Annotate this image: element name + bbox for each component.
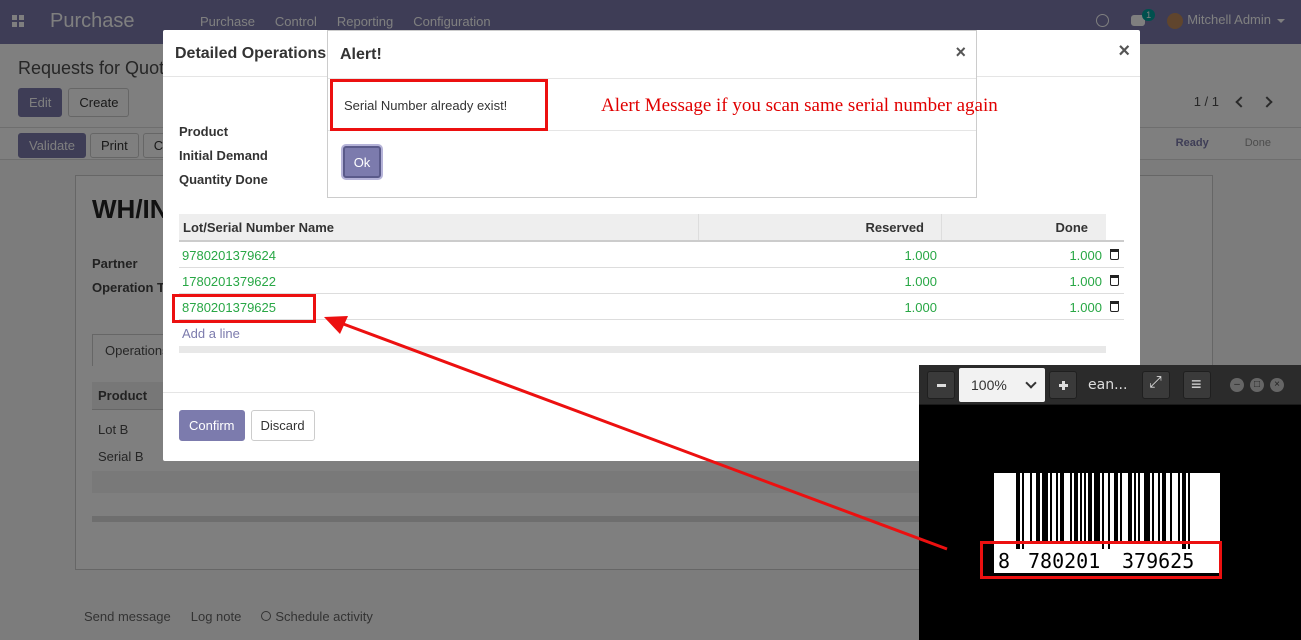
alert-message-highlight xyxy=(330,79,548,131)
barcode-bar xyxy=(1152,473,1154,541)
barcode-bar xyxy=(1056,473,1058,541)
barcode-bar xyxy=(1088,473,1092,541)
barcode-bar xyxy=(1022,473,1024,549)
table-footer xyxy=(179,346,1106,353)
fullscreen-icon[interactable] xyxy=(1142,371,1170,399)
done-cell[interactable]: 1.000 xyxy=(1069,274,1102,289)
hamburger-menu-icon[interactable] xyxy=(1183,371,1211,399)
chevron-down-icon xyxy=(1025,377,1037,389)
alert-title: Alert! xyxy=(340,46,382,63)
modal-footer-buttons: Confirm Discard xyxy=(179,410,315,441)
barcode-bar xyxy=(1060,473,1064,541)
barcode-bar xyxy=(1108,473,1110,549)
barcode-bar xyxy=(1162,473,1166,541)
reserved-cell[interactable]: 1.000 xyxy=(904,248,937,263)
initial-demand-label: Initial Demand xyxy=(179,148,268,163)
done-cell[interactable]: 1.000 xyxy=(1069,248,1102,263)
viewer-toolbar: 100% ean... – □ × xyxy=(919,365,1301,405)
ok-button[interactable]: Ok xyxy=(343,146,381,178)
barcode-bar xyxy=(1128,473,1132,541)
table-row[interactable]: 8780201379625 1.000 1.000 xyxy=(179,294,1124,320)
zoom-value: 100% xyxy=(971,377,1007,393)
close-icon[interactable]: × xyxy=(1118,40,1130,63)
move-lines-table: Lot/Serial Number Name Reserved Done 978… xyxy=(179,214,1124,353)
alert-header: Alert! × xyxy=(328,31,976,79)
done-cell[interactable]: 1.000 xyxy=(1069,300,1102,315)
confirm-button[interactable]: Confirm xyxy=(179,410,245,441)
barcode-bar xyxy=(1080,473,1082,541)
close-icon[interactable]: × xyxy=(955,42,966,63)
barcode-bar xyxy=(1188,473,1190,549)
column-done[interactable]: Done xyxy=(1056,220,1089,235)
lot-name-cell[interactable]: 9780201379624 xyxy=(182,248,276,263)
add-line-link[interactable]: Add a line xyxy=(179,320,1124,346)
reserved-cell[interactable]: 1.000 xyxy=(904,274,937,289)
modal-title: Detailed Operations xyxy=(175,45,327,62)
discard-button[interactable]: Discard xyxy=(250,410,315,441)
barcode-bar xyxy=(1070,473,1072,541)
duplicate-serial-highlight xyxy=(172,294,316,323)
reserved-cell[interactable]: 1.000 xyxy=(904,300,937,315)
header-gap xyxy=(1106,214,1124,240)
barcode-bar xyxy=(1120,473,1122,541)
barcode-bars xyxy=(1016,473,1190,549)
zoom-out-icon[interactable] xyxy=(927,371,955,399)
zoom-select[interactable]: 100% xyxy=(959,368,1045,402)
product-label: Product xyxy=(179,124,229,139)
minimize-icon[interactable]: – xyxy=(1230,378,1244,392)
barcode-bar xyxy=(1134,473,1136,541)
maximize-icon[interactable]: □ xyxy=(1250,378,1264,392)
column-reserved[interactable]: Reserved xyxy=(865,220,924,235)
viewer-filename: ean... xyxy=(1088,377,1128,393)
barcode-bar xyxy=(1102,473,1104,549)
quantity-done-label: Quantity Done xyxy=(179,172,268,187)
trash-icon[interactable] xyxy=(1110,275,1119,286)
barcode-bar xyxy=(1158,473,1160,541)
table-row[interactable]: 9780201379624 1.000 1.000 xyxy=(179,242,1124,268)
barcode-bar xyxy=(1138,473,1140,541)
barcode-bar xyxy=(1178,473,1180,541)
barcode-bar xyxy=(1042,473,1048,541)
close-icon[interactable]: × xyxy=(1270,378,1284,392)
column-lot-name[interactable]: Lot/Serial Number Name xyxy=(183,220,334,235)
table-header: Lot/Serial Number Name Reserved Done xyxy=(179,214,1124,242)
image-viewer-window: 100% ean... – □ × 8 780201 379625 xyxy=(919,365,1301,640)
zoom-in-icon[interactable] xyxy=(1049,371,1077,399)
barcode-bar xyxy=(1074,473,1078,541)
barcode-bar xyxy=(1144,473,1150,541)
table-row[interactable]: 1780201379622 1.000 1.000 xyxy=(179,268,1124,294)
column-divider xyxy=(941,214,942,240)
barcode-bar xyxy=(1094,473,1100,541)
barcode-bar xyxy=(1036,473,1040,541)
column-divider xyxy=(698,214,699,240)
barcode-bar xyxy=(1050,473,1052,541)
trash-icon[interactable] xyxy=(1110,249,1119,260)
trash-icon[interactable] xyxy=(1110,301,1119,312)
barcode-bar xyxy=(1182,473,1186,549)
barcode-bar xyxy=(1170,473,1172,541)
barcode-bar xyxy=(1030,473,1032,541)
annotation-text: Alert Message if you scan same serial nu… xyxy=(601,95,998,116)
barcode-bar xyxy=(1016,473,1020,549)
barcode-number-highlight xyxy=(980,541,1222,579)
barcode-bar xyxy=(1114,473,1118,541)
lot-name-cell[interactable]: 1780201379622 xyxy=(182,274,276,289)
barcode-bar xyxy=(1084,473,1086,541)
